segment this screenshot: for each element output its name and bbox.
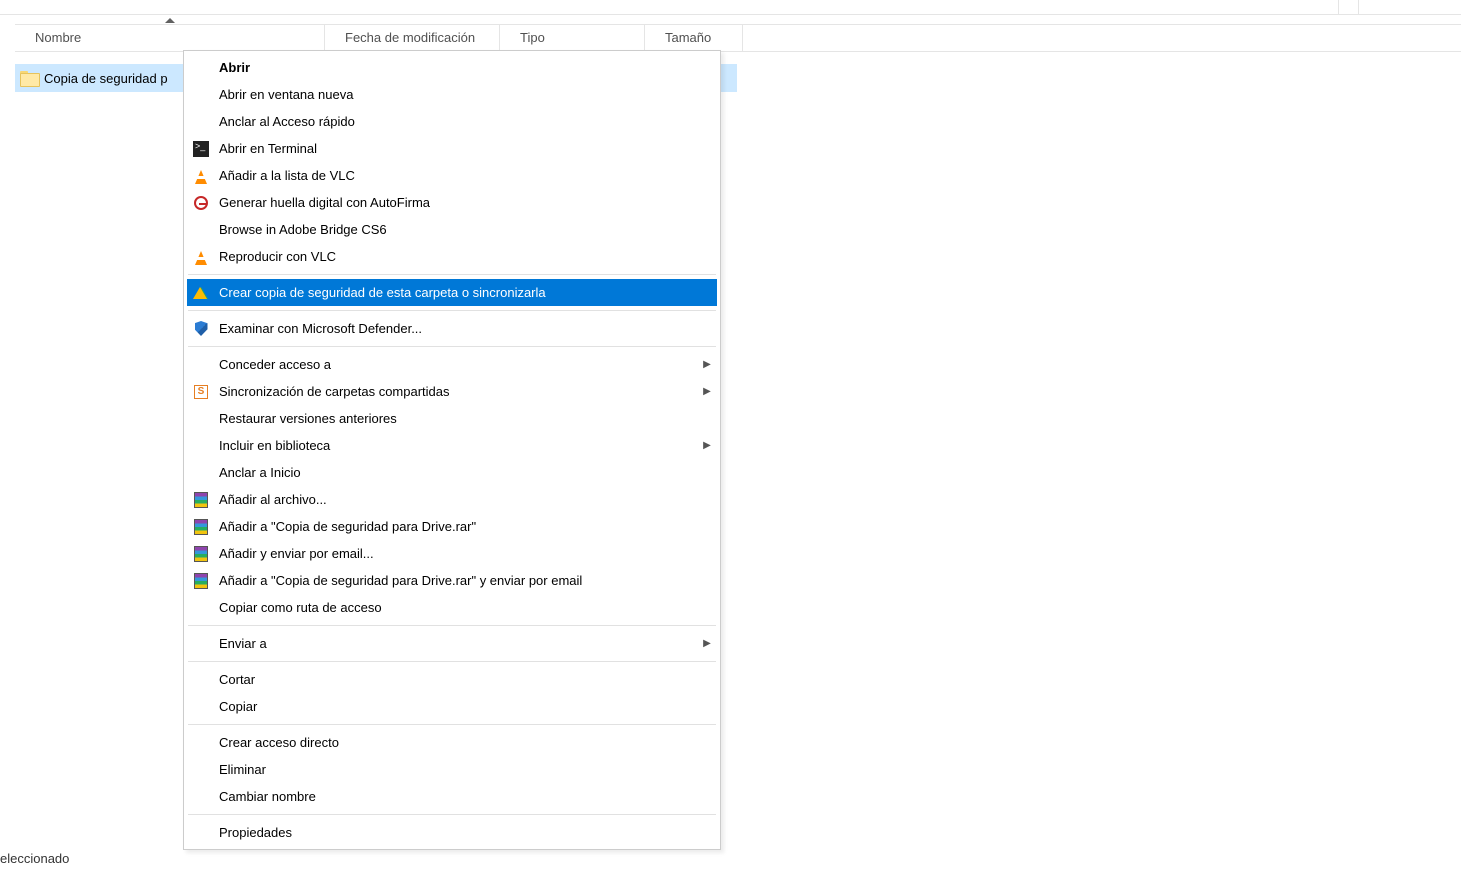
- menu-include-library[interactable]: Incluir en biblioteca ▶: [187, 432, 717, 459]
- menu-drive-backup[interactable]: Crear copia de seguridad de esta carpeta…: [187, 279, 717, 306]
- column-header-type[interactable]: Tipo: [500, 24, 645, 52]
- menu-label: Enviar a: [215, 636, 697, 651]
- menu-label: Copiar como ruta de acceso: [215, 600, 717, 615]
- column-header-date[interactable]: Fecha de modificación: [325, 24, 500, 52]
- menu-label: Browse in Adobe Bridge CS6: [215, 222, 717, 237]
- menu-pin-start[interactable]: Anclar a Inicio: [187, 459, 717, 486]
- menu-label: Propiedades: [215, 825, 717, 840]
- menu-label: Añadir a "Copia de seguridad para Drive.…: [215, 519, 717, 534]
- menu-label: Incluir en biblioteca: [215, 438, 697, 453]
- column-header-label: Tamaño: [665, 30, 711, 45]
- menu-label: Crear acceso directo: [215, 735, 717, 750]
- menu-label: Conceder acceso a: [215, 357, 697, 372]
- menu-grant-access[interactable]: Conceder acceso a ▶: [187, 351, 717, 378]
- sync-icon: S: [187, 385, 215, 399]
- menu-label: Añadir y enviar por email...: [215, 546, 717, 561]
- column-header-label: Nombre: [35, 30, 81, 45]
- menu-open-new-window[interactable]: Abrir en ventana nueva: [187, 81, 717, 108]
- column-header-label: Tipo: [520, 30, 545, 45]
- top-separator: [1338, 0, 1339, 14]
- menu-sync-shared-folders[interactable]: S Sincronización de carpetas compartidas…: [187, 378, 717, 405]
- menu-separator: [188, 310, 716, 311]
- winrar-icon: [187, 573, 215, 589]
- winrar-icon: [187, 492, 215, 508]
- menu-label: Sincronización de carpetas compartidas: [215, 384, 697, 399]
- menu-label: Generar huella digital con AutoFirma: [215, 195, 717, 210]
- menu-pin-quick-access[interactable]: Anclar al Acceso rápido: [187, 108, 717, 135]
- menu-label: Añadir al archivo...: [215, 492, 717, 507]
- menu-label: Examinar con Microsoft Defender...: [215, 321, 717, 336]
- chevron-right-icon: ▶: [697, 440, 717, 451]
- menu-defender-scan[interactable]: Examinar con Microsoft Defender...: [187, 315, 717, 342]
- menu-vlc-add[interactable]: Añadir a la lista de VLC: [187, 162, 717, 189]
- menu-create-shortcut[interactable]: Crear acceso directo: [187, 729, 717, 756]
- column-header-row: Nombre Fecha de modificación Tipo Tamaño: [15, 24, 1461, 52]
- menu-label: Abrir en Terminal: [215, 141, 717, 156]
- google-drive-icon: [187, 287, 215, 299]
- column-header-size[interactable]: Tamaño: [645, 24, 743, 52]
- chevron-right-icon: ▶: [697, 386, 717, 397]
- file-name: Copia de seguridad p: [44, 71, 168, 86]
- menu-label: Cortar: [215, 672, 717, 687]
- chevron-right-icon: ▶: [697, 359, 717, 370]
- top-border: [0, 14, 1461, 15]
- menu-rar-add-named[interactable]: Añadir a "Copia de seguridad para Drive.…: [187, 513, 717, 540]
- context-menu: Abrir Abrir en ventana nueva Anclar al A…: [183, 50, 721, 850]
- menu-label: Abrir en ventana nueva: [215, 87, 717, 102]
- winrar-icon: [187, 546, 215, 562]
- menu-separator: [188, 346, 716, 347]
- menu-vlc-play[interactable]: Reproducir con VLC: [187, 243, 717, 270]
- menu-separator: [188, 661, 716, 662]
- winrar-icon: [187, 519, 215, 535]
- menu-copy[interactable]: Copiar: [187, 693, 717, 720]
- column-header-name[interactable]: Nombre: [15, 24, 325, 52]
- status-text: eleccionado: [0, 851, 69, 866]
- top-separator: [1358, 0, 1359, 14]
- menu-label: Crear copia de seguridad de esta carpeta…: [215, 285, 717, 300]
- terminal-icon: [187, 141, 215, 157]
- menu-open-terminal[interactable]: Abrir en Terminal: [187, 135, 717, 162]
- menu-delete[interactable]: Eliminar: [187, 756, 717, 783]
- menu-open[interactable]: Abrir: [187, 54, 717, 81]
- menu-cut[interactable]: Cortar: [187, 666, 717, 693]
- menu-copy-as-path[interactable]: Copiar como ruta de acceso: [187, 594, 717, 621]
- menu-label: Anclar a Inicio: [215, 465, 717, 480]
- vlc-icon: [187, 169, 215, 183]
- menu-separator: [188, 724, 716, 725]
- menu-separator: [188, 274, 716, 275]
- menu-rar-add[interactable]: Añadir al archivo...: [187, 486, 717, 513]
- menu-label: Añadir a "Copia de seguridad para Drive.…: [215, 573, 717, 588]
- menu-label: Abrir: [215, 60, 717, 75]
- menu-label: Cambiar nombre: [215, 789, 717, 804]
- menu-label: Añadir a la lista de VLC: [215, 168, 717, 183]
- folder-icon: [20, 71, 38, 85]
- menu-label: Reproducir con VLC: [215, 249, 717, 264]
- menu-label: Anclar al Acceso rápido: [215, 114, 717, 129]
- menu-separator: [188, 625, 716, 626]
- menu-rar-named-email[interactable]: Añadir a "Copia de seguridad para Drive.…: [187, 567, 717, 594]
- chevron-right-icon: ▶: [697, 638, 717, 649]
- shield-icon: [187, 321, 215, 336]
- column-header-label: Fecha de modificación: [345, 30, 475, 45]
- autofirma-icon: [187, 196, 215, 210]
- menu-restore-previous[interactable]: Restaurar versiones anteriores: [187, 405, 717, 432]
- menu-autofirma[interactable]: Generar huella digital con AutoFirma: [187, 189, 717, 216]
- menu-separator: [188, 814, 716, 815]
- menu-adobe-bridge[interactable]: Browse in Adobe Bridge CS6: [187, 216, 717, 243]
- menu-rename[interactable]: Cambiar nombre: [187, 783, 717, 810]
- menu-send-to[interactable]: Enviar a ▶: [187, 630, 717, 657]
- menu-properties[interactable]: Propiedades: [187, 819, 717, 846]
- menu-rar-email[interactable]: Añadir y enviar por email...: [187, 540, 717, 567]
- menu-label: Eliminar: [215, 762, 717, 777]
- menu-label: Copiar: [215, 699, 717, 714]
- sort-ascending-icon: [165, 18, 175, 23]
- vlc-icon: [187, 250, 215, 264]
- menu-label: Restaurar versiones anteriores: [215, 411, 717, 426]
- status-bar: eleccionado: [0, 847, 69, 870]
